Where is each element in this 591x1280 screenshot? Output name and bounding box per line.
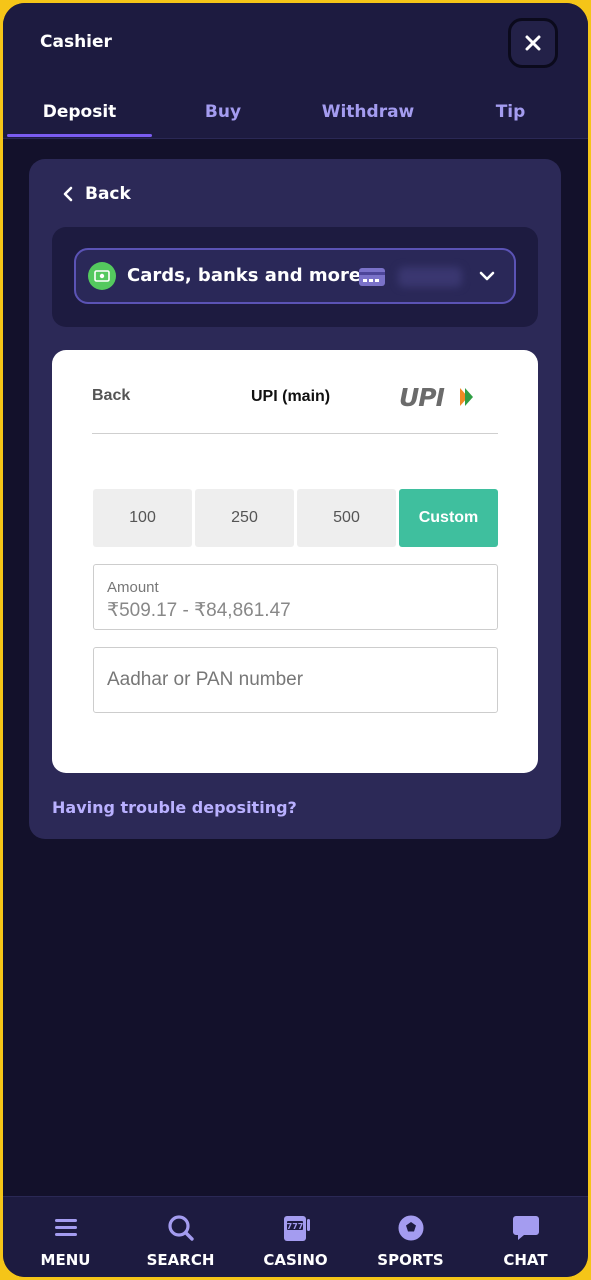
svg-text:UPI: UPI: [399, 384, 445, 410]
back-button[interactable]: Back: [63, 181, 131, 207]
cashier-header: Cashier: [3, 3, 588, 91]
page-title: Cashier: [40, 32, 112, 52]
nav-casino-label: CASINO: [263, 1251, 328, 1269]
upi-deposit-form: Back UPI (main) UPI 100 250 500 Custom A…: [52, 350, 538, 773]
payment-method-select[interactable]: Cards, banks and more: [74, 248, 516, 304]
chevron-down-icon: [479, 271, 495, 281]
form-title: UPI (main): [251, 388, 331, 405]
slot-machine-icon: 777: [284, 1216, 310, 1241]
payment-method-box: Cards, banks and more: [52, 227, 538, 327]
close-icon: [525, 35, 541, 51]
amount-label: Amount: [107, 579, 159, 596]
amount-option-custom[interactable]: Custom: [399, 489, 498, 547]
nav-search[interactable]: SEARCH: [123, 1197, 238, 1277]
back-label: Back: [85, 184, 131, 204]
nav-sports-label: SPORTS: [377, 1251, 444, 1269]
soccer-ball-icon: [398, 1215, 424, 1241]
amount-option-250[interactable]: 250: [195, 489, 294, 547]
nav-casino[interactable]: 777 CASINO: [238, 1197, 353, 1277]
nav-menu-label: MENU: [40, 1251, 91, 1269]
chevron-left-icon: [63, 186, 73, 202]
tab-withdraw[interactable]: Withdraw: [298, 91, 438, 139]
active-tab-indicator: [7, 134, 152, 137]
svg-text:777: 777: [287, 1222, 304, 1231]
form-back-link[interactable]: Back: [92, 387, 130, 405]
nav-sports[interactable]: SPORTS: [353, 1197, 468, 1277]
trouble-depositing-link[interactable]: Having trouble depositing?: [52, 798, 297, 817]
amount-option-500[interactable]: 500: [297, 489, 396, 547]
id-number-placeholder: Aadhar or PAN number: [107, 669, 304, 690]
amount-option-100[interactable]: 100: [93, 489, 192, 547]
nav-chat[interactable]: CHAT: [468, 1197, 583, 1277]
amount-placeholder: ₹509.17 - ₹84,861.47: [107, 600, 291, 621]
menu-icon: [55, 1219, 77, 1236]
form-divider: [92, 433, 498, 434]
nav-search-label: SEARCH: [146, 1251, 215, 1269]
deposit-panel: Back Cards, banks and more Back UPI (mai…: [29, 159, 561, 839]
bottom-navigation: MENU SEARCH 777 CASINO SPORTS CHAT: [3, 1196, 588, 1277]
upi-logo: UPI: [399, 384, 473, 410]
cashier-tabs: Deposit Buy Withdraw Tip: [3, 91, 588, 139]
app-frame: Cashier Deposit Buy Withdraw Tip Back Ca…: [3, 3, 588, 1277]
nav-chat-label: CHAT: [503, 1251, 548, 1269]
cash-icon: [88, 262, 116, 290]
payment-method-label: Cards, banks and more: [127, 265, 362, 286]
tab-deposit[interactable]: Deposit: [7, 91, 152, 139]
tab-buy[interactable]: Buy: [158, 91, 288, 139]
credit-card-icon: [359, 268, 385, 286]
amount-input[interactable]: Amount ₹509.17 - ₹84,861.47: [93, 564, 498, 630]
tab-tip[interactable]: Tip: [448, 91, 573, 139]
close-button[interactable]: [508, 18, 558, 68]
search-icon: [168, 1215, 194, 1241]
obscured-value: [398, 267, 462, 287]
chat-bubble-icon: [513, 1216, 539, 1240]
nav-menu[interactable]: MENU: [8, 1197, 123, 1277]
id-number-input[interactable]: Aadhar or PAN number: [93, 647, 498, 713]
